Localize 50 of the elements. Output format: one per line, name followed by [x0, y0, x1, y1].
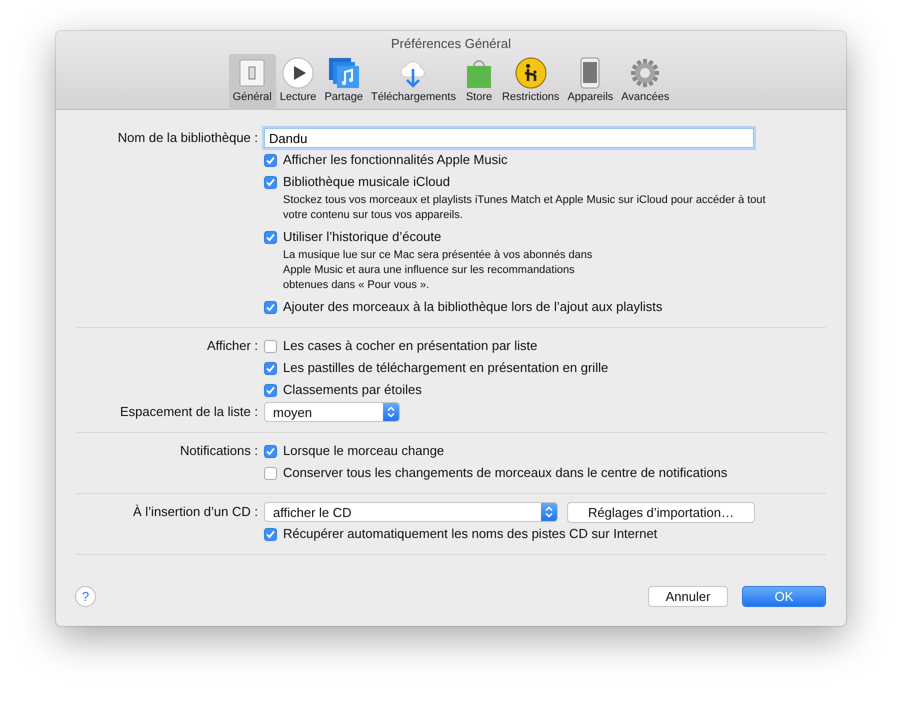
checkbox[interactable] [264, 528, 277, 540]
settings-icon [629, 57, 662, 89]
setting-label: Espacement de la liste : [118, 403, 258, 421]
checkbox-label[interactable]: Les cases à cocher en présentation par liste [283, 335, 538, 357]
switch-icon [238, 57, 266, 89]
parent-child-icon [514, 57, 547, 89]
library-name-field[interactable]: Dandu [264, 128, 754, 148]
checkbox[interactable] [264, 176, 277, 188]
toolbar-tab[interactable]: Général [228, 54, 276, 110]
popup-menu[interactable]: moyen [264, 402, 400, 422]
help-button[interactable]: ? [75, 586, 96, 607]
checkbox-label[interactable]: Afficher les fonctionnalités Apple Music [283, 149, 508, 171]
play-icon [282, 57, 314, 89]
checkbox[interactable] [264, 362, 277, 374]
popup-menu[interactable]: afficher le CD [264, 502, 558, 522]
checkbox[interactable] [264, 384, 277, 396]
checkbox-label[interactable]: Conserver tous les changements de morceaux dans le centre de notifications [283, 462, 728, 484]
description-text: Stockez tous vos morceaux et playlists iTunes Match et Apple Music sur iCloud pour accéder à tout votre contenu sur tous vos appareils. [283, 193, 766, 223]
checkbox-label[interactable]: Ajouter des morceaux à la bibliothèque lors de l’ajout aux playlists [283, 296, 662, 318]
checkbox[interactable] [264, 444, 277, 458]
setting-label: Notifications : [178, 442, 258, 460]
checkbox[interactable] [264, 230, 277, 244]
toolbar-tab[interactable]: Appareils [563, 54, 618, 110]
import-settings-button[interactable]: Réglages d’importation… [567, 502, 755, 522]
checkbox-label[interactable]: Classements par étoiles [283, 379, 422, 401]
toolbar-tab[interactable]: Avancées [617, 54, 674, 110]
toolbar-tab[interactable]: Téléchargements [366, 54, 460, 110]
checkbox[interactable] [264, 154, 277, 166]
checkbox-label[interactable]: Utiliser l’historique d’écoute [283, 226, 442, 248]
up-down-arrows-icon [545, 506, 553, 518]
setting-label: Nom de la bibliothèque : [116, 129, 258, 147]
window-title: Préférences Général [391, 36, 511, 52]
checkbox-label[interactable]: Lorsque le morceau change [283, 440, 444, 462]
checkbox-label[interactable]: Bibliothèque musicale iCloud [283, 171, 450, 193]
toolbar-tab[interactable]: Store [460, 54, 498, 110]
checkbox[interactable] [264, 300, 277, 314]
toolbar-tab[interactable]: Restrictions [498, 54, 564, 110]
setting-label: À l’insertion d’un CD : [132, 503, 258, 521]
setting-label: Afficher : [206, 337, 258, 355]
description-text: La musique lue sur ce Mac sera présentée à vos abonnés dans Apple Music et aura une influence sur les recommandations obtenues dans « Pour vous ». [283, 248, 592, 293]
up-down-arrows-icon [387, 406, 395, 418]
toolbar-tab[interactable]: Partage [320, 54, 367, 110]
checkbox[interactable] [264, 466, 277, 480]
checkbox[interactable] [264, 340, 277, 352]
checkbox-label[interactable]: Les pastilles de téléchargement en présentation en grille [283, 357, 608, 379]
phone-icon [580, 57, 600, 89]
toolbar-tab[interactable]: Lecture [276, 54, 320, 110]
cancel-button[interactable]: Annuler [648, 586, 728, 607]
checkbox-label[interactable]: Récupérer automatiquement les noms des pistes CD sur Internet [283, 523, 658, 545]
music-stack-icon [328, 57, 360, 89]
